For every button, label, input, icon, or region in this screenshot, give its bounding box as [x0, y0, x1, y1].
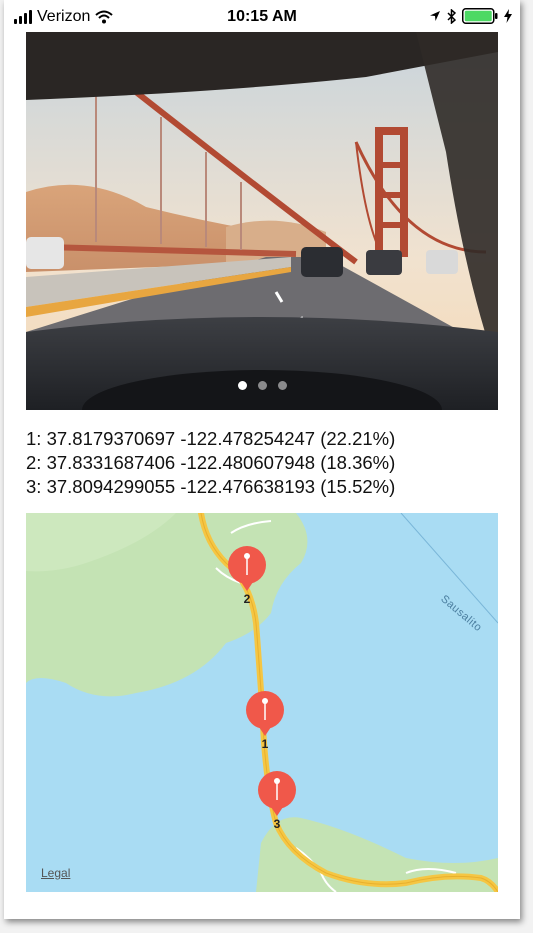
legal-link[interactable]: Legal [41, 866, 70, 880]
phone-screen: Verizon 10:15 AM 1: 37.8179370697 -122.4… [4, 0, 520, 919]
status-bar: Verizon 10:15 AM [4, 0, 520, 34]
prediction-item: 1: 37.8179370697 -122.478254247 (22.21%) [26, 428, 396, 449]
bluetooth-icon [447, 8, 456, 24]
page-dot-2[interactable] [257, 381, 267, 390]
battery-icon [462, 8, 498, 24]
pin-label-2: 2 [243, 592, 251, 606]
prediction-item: 2: 37.8331687406 -122.480607948 (18.36%) [26, 452, 396, 473]
page-dot-1[interactable] [237, 381, 247, 390]
photo-carousel[interactable] [26, 32, 498, 410]
prediction-item: 3: 37.8094299055 -122.476638193 (15.52%) [26, 476, 396, 497]
pin-label-1: 1 [261, 737, 269, 751]
location-arrow-icon [430, 11, 440, 21]
page-dot-3[interactable] [277, 381, 287, 390]
map-background [26, 513, 498, 892]
golden-gate-photo [26, 32, 498, 410]
pin-label-3: 3 [273, 817, 281, 831]
charging-bolt-icon [504, 9, 512, 23]
prediction-list: 1: 37.8179370697 -122.478254247 (22.21%)… [26, 427, 506, 499]
map-view[interactable]: 2 1 3 Sausalito Legal [26, 513, 498, 892]
carousel-page-indicator[interactable] [26, 381, 498, 390]
